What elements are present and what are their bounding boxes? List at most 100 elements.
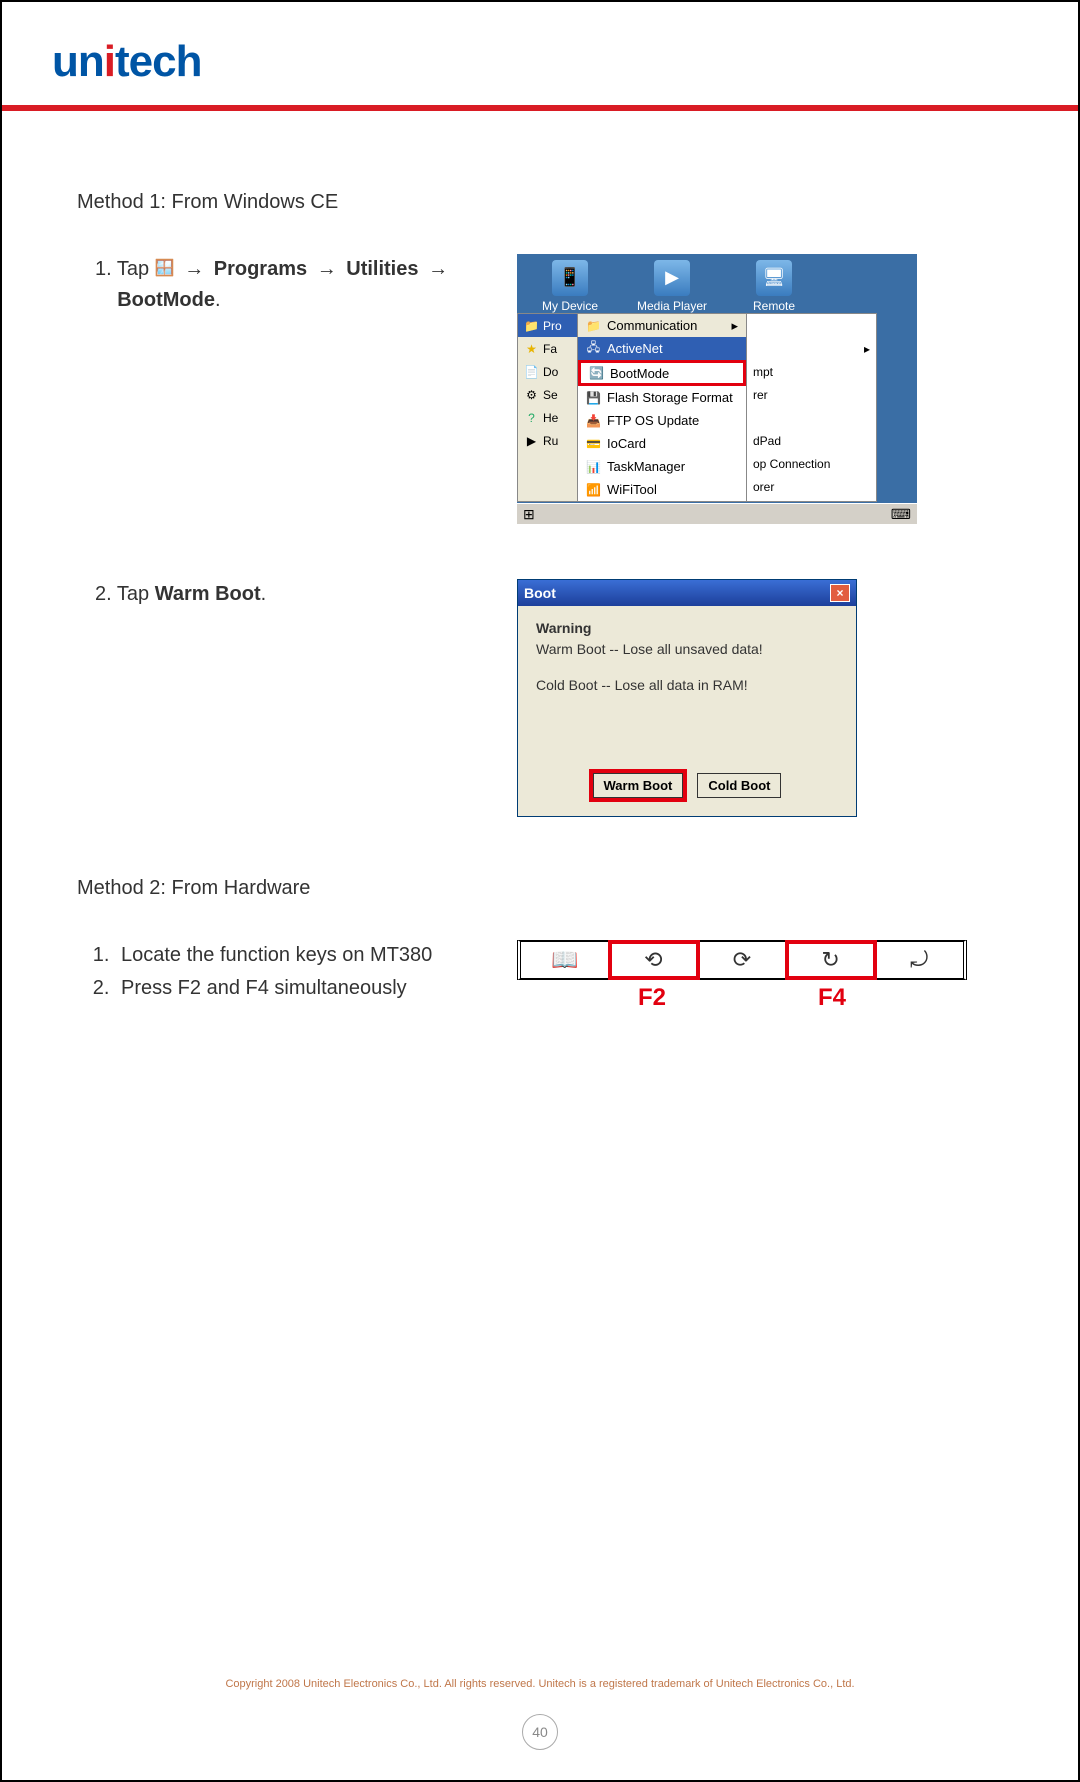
step1-num: 1. <box>95 258 112 280</box>
right-item: ▸ <box>747 337 876 360</box>
method2-block: Method 2: From Hardware Locate the funct… <box>77 877 1003 1012</box>
boot-titlebar: Boot × <box>518 580 856 606</box>
arrow-icon: → <box>317 258 337 280</box>
close-icon: × <box>836 586 843 600</box>
logo-part2: tech <box>115 37 201 86</box>
taskmanager-icon: 📊 <box>586 459 601 474</box>
fkey-f1[interactable]: 📖 <box>521 942 610 978</box>
logo-part1: un <box>52 37 104 86</box>
step1-pre: Tap <box>117 258 155 280</box>
step1-suffix: . <box>215 289 221 311</box>
gear-icon: ⚙ <box>524 387 539 402</box>
menu-activenet[interactable]: 🖧ActiveNet <box>578 337 746 360</box>
warning-heading: Warning <box>536 620 838 636</box>
start-documents[interactable]: 📄Do <box>518 360 577 383</box>
fkey-label-5 <box>877 984 967 1012</box>
fkey-f5[interactable]: ⤾ <box>875 942 963 978</box>
close-button[interactable]: × <box>830 584 850 602</box>
fkey-label-4: F4 <box>787 984 877 1012</box>
remotedesktop-icon: 🖥 <box>756 260 792 296</box>
folder-icon: 📁 <box>586 318 601 333</box>
fkey-label-1 <box>517 984 607 1012</box>
windows-flag-icon: 🪟 <box>155 257 175 282</box>
right-overflow-column: ▸ mpt rer dPad op Connection orer <box>747 313 877 502</box>
method1-step1-row: 1. Tap 🪟 → Programs → Utilities → BootMo… <box>77 254 1003 524</box>
start-left-column: 📁Pro ★Fa 📄Do ⚙Se ?He ▶Ru <box>517 313 577 502</box>
start-favorites[interactable]: ★Fa <box>518 337 577 360</box>
arrow-icon: → <box>184 258 204 280</box>
refresh-icon: ↻ <box>821 947 839 973</box>
run-icon: ▶ <box>524 433 539 448</box>
menu-communication[interactable]: 📁Communication▸ <box>578 314 746 337</box>
start-run[interactable]: ▶Ru <box>518 429 577 452</box>
fkey-labels: F2 F4 <box>517 984 967 1012</box>
folder-icon: 📁 <box>524 318 539 333</box>
start-button-icon[interactable]: ⊞ <box>523 506 535 523</box>
right-item: orer <box>747 475 876 498</box>
start-programs[interactable]: 📁Pro <box>518 314 577 337</box>
warm-boot-button[interactable]: Warm Boot <box>593 773 684 798</box>
method2-step-list: Locate the function keys on MT380 Press … <box>95 940 477 1004</box>
logo-dot: i <box>104 37 115 86</box>
menu-wifitool[interactable]: 📶WiFiTool <box>578 478 746 501</box>
document-icon: 📄 <box>524 364 539 379</box>
method2-step1: Locate the function keys on MT380 <box>115 940 477 971</box>
arrow-icon: → <box>428 258 448 280</box>
start-help[interactable]: ?He <box>518 406 577 429</box>
footer-copyright: Copyright 2008 Unitech Electronics Co., … <box>2 1678 1078 1690</box>
brand-logo: unitech <box>52 37 1028 87</box>
wifi-icon: 📶 <box>586 482 601 497</box>
enter-icon: ⤾ <box>910 947 928 973</box>
mediaplayer-icon: ▶ <box>654 260 690 296</box>
function-key-strip: 📖 ⟲ ⟳ ↻ ⤾ <box>517 940 967 980</box>
method1-step2-row: 2. Tap Warm Boot. Boot × Warning Warm Bo… <box>77 579 1003 817</box>
taskbar: ⊞ ⌨ <box>517 503 917 524</box>
step1-bootmode: BootMode <box>117 289 215 311</box>
function-key-diagram: 📖 ⟲ ⟳ ↻ ⤾ F2 F4 <box>517 940 967 1012</box>
menu-taskmanager[interactable]: 📊TaskManager <box>578 455 746 478</box>
fkey-f4[interactable]: ↻ <box>787 942 876 978</box>
step2-pre: Tap <box>117 583 155 605</box>
fkey-f3[interactable]: ⟳ <box>698 942 787 978</box>
boot-dialog: Boot × Warning Warm Boot -- Lose all uns… <box>517 579 857 817</box>
warning-line2: Cold Boot -- Lose all data in RAM! <box>536 676 838 694</box>
boot-title-text: Boot <box>524 585 556 601</box>
page-content: Method 1: From Windows CE 1. Tap 🪟 → Pro… <box>2 111 1078 1012</box>
method2-heading: Method 2: From Hardware <box>77 877 1003 900</box>
method1-step2-text: 2. Tap Warm Boot. <box>77 579 477 610</box>
boot-body: Warning Warm Boot -- Lose all unsaved da… <box>518 606 856 816</box>
method1-heading: Method 1: From Windows CE <box>77 191 1003 214</box>
warning-line1: Warm Boot -- Lose all unsaved data! <box>536 640 838 658</box>
step1-programs: Programs <box>214 258 307 280</box>
bootmode-icon: 🔄 <box>589 366 604 381</box>
help-icon: ? <box>524 410 539 425</box>
cold-boot-button[interactable]: Cold Boot <box>697 773 781 798</box>
right-item: op Connection <box>747 452 876 475</box>
step2-warm: Warm Boot <box>155 583 261 605</box>
fkey-f2[interactable]: ⟲ <box>610 942 699 978</box>
step1-utilities: Utilities <box>346 258 418 280</box>
menu-bootmode[interactable]: 🔄BootMode <box>578 360 746 386</box>
method2-step2: Press F2 and F4 simultaneously <box>115 973 477 1004</box>
method2-steps-text: Locate the function keys on MT380 Press … <box>77 940 477 1006</box>
right-item <box>747 314 876 337</box>
taskbar-keyboard-icon[interactable]: ⌨ <box>891 506 911 523</box>
mydevice-icon: 📱 <box>552 260 588 296</box>
menu-ftposupdate[interactable]: 📥FTP OS Update <box>578 409 746 432</box>
star-icon: ★ <box>524 341 539 356</box>
page-header: unitech <box>2 2 1078 105</box>
submenu-arrow-icon: ▸ <box>731 318 738 334</box>
menu-iocard[interactable]: 💳IoCard <box>578 432 746 455</box>
step2-suffix: . <box>261 583 267 605</box>
right-item: rer <box>747 383 876 406</box>
menu-flashformat[interactable]: 💾Flash Storage Format <box>578 386 746 409</box>
start-settings[interactable]: ⚙Se <box>518 383 577 406</box>
page-number: 40 <box>522 1714 558 1750</box>
method2-row: Locate the function keys on MT380 Press … <box>77 940 1003 1012</box>
flash-icon: 💾 <box>586 390 601 405</box>
start-menu: 📁Pro ★Fa 📄Do ⚙Se ?He ▶Ru 📁Communication▸… <box>517 313 917 502</box>
wince-screenshot: 📱 My Device ▶ Media Player 🖥 Remote Desk… <box>517 254 917 524</box>
right-item: mpt <box>747 360 876 383</box>
mediaplayer-label: Media Player <box>637 300 707 313</box>
activenet-icon: 🖧 <box>586 341 601 356</box>
